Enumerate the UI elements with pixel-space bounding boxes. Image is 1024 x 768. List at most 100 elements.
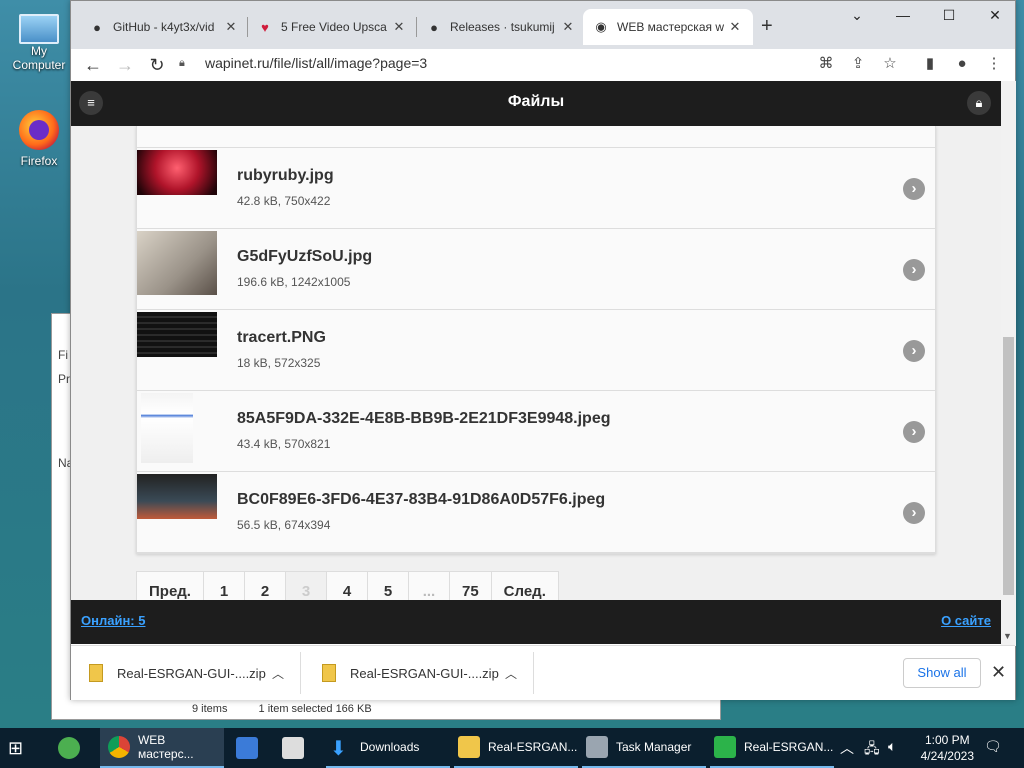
list-item[interactable]: rubyruby.jpg 42.8 kB, 750x422 ›	[137, 148, 935, 229]
pagination-page[interactable]: 5	[366, 571, 409, 601]
list-item[interactable]: G5dFyUzfSoU.jpg 196.6 kB, 1242x1005 ›	[137, 229, 935, 310]
file-meta: 196.6 kB, 1242x1005	[237, 275, 351, 289]
scrollbar-thumb[interactable]	[1003, 337, 1014, 595]
heart-icon: ♥	[261, 19, 269, 35]
file-thumbnail[interactable]	[137, 150, 217, 195]
file-name[interactable]: tracert.PNG	[237, 329, 326, 347]
file-meta: 43.4 kB, 570x821	[237, 437, 331, 451]
maximize-button[interactable]: ☐	[937, 7, 961, 27]
download-name[interactable]: Real-ESRGAN-GUI-....zip	[117, 666, 272, 681]
lock-login-icon[interactable]: 🔒︎	[967, 91, 991, 115]
chevron-up-icon[interactable]: ︿	[840, 738, 854, 758]
tab-strip: ● GitHub - k4yt3x/vid ✕ ♥ 5 Free Video U…	[71, 1, 1015, 49]
taskbar-utorrent[interactable]	[58, 728, 88, 768]
chevron-up-icon[interactable]: ︿	[272, 665, 284, 682]
list-item[interactable]: tracert.PNG 18 kB, 572x325 ›	[137, 310, 935, 391]
file-thumbnail[interactable]	[141, 393, 193, 463]
taskbar-app[interactable]	[282, 728, 312, 768]
file-name[interactable]: BC0F89E6-3FD6-4E37-83B4-91D86A0D57F6.jpe…	[237, 491, 605, 509]
file-name[interactable]: 85A5F9DA-332E-4E8B-BB9B-2E21DF3E9948.jpe…	[237, 410, 611, 428]
forward-button[interactable]: →	[113, 53, 137, 77]
list-item[interactable]: 85A5F9DA-332E-4E8B-BB9B-2E21DF3E9948.jpe…	[137, 391, 935, 472]
list-item[interactable]	[137, 126, 935, 148]
file-name[interactable]: G5dFyUzfSoU.jpg	[237, 248, 372, 266]
tab-search-icon[interactable]: ⌄	[845, 7, 869, 27]
minimize-button[interactable]: —	[891, 7, 915, 27]
taskbar-label: Downloads	[360, 740, 420, 754]
file-thumbnail[interactable]	[137, 474, 217, 519]
taskbar-esrgan[interactable]: Real-ESRGAN...	[710, 728, 834, 768]
desktop-icon-firefox[interactable]: Firefox	[4, 110, 74, 168]
chevron-right-icon[interactable]: ›	[903, 259, 925, 281]
bookmark-star-icon[interactable]: ☆	[879, 53, 901, 75]
file-meta: 18 kB, 572x325	[237, 356, 321, 370]
tab-label: GitHub - k4yt3x/vid	[113, 20, 215, 34]
status-item-count: 9 items	[192, 703, 228, 715]
reload-button[interactable]: ↻	[145, 53, 169, 77]
pagination-page[interactable]: 4	[325, 571, 368, 601]
download-icon: ⬇	[330, 738, 347, 760]
network-icon[interactable]: 🖧︎	[864, 738, 880, 762]
desktop-icon-my-computer[interactable]: My Computer	[4, 10, 74, 72]
menu-dots-icon[interactable]: ⋮	[983, 53, 1005, 75]
close-icon[interactable]: ✕	[223, 19, 239, 35]
share-icon[interactable]: ⇪	[847, 53, 869, 75]
pagination-page[interactable]: 75	[448, 571, 492, 601]
close-icon[interactable]: ✕	[727, 19, 743, 35]
scroll-down-icon[interactable]: ▼	[1003, 631, 1012, 641]
show-all-button[interactable]: Show all	[903, 658, 981, 688]
tab-video-upscalers[interactable]: ♥ 5 Free Video Upsca ✕	[247, 9, 417, 45]
profile-avatar-icon[interactable]: ●	[951, 53, 973, 75]
taskbar-task-manager[interactable]: Task Manager	[582, 728, 706, 768]
file-thumbnail[interactable]	[137, 312, 217, 357]
about-link[interactable]: О сайте	[941, 613, 991, 628]
taskbar-chrome[interactable]: WEB мастерс...	[100, 728, 224, 768]
download-name[interactable]: Real-ESRGAN-GUI-....zip	[350, 666, 505, 681]
pagination-prev[interactable]: Пред.	[136, 571, 204, 601]
taskbar-label: WEB мастерс...	[137, 733, 194, 761]
chevron-right-icon[interactable]: ›	[903, 340, 925, 362]
taskbar-downloads[interactable]: ⬇ Downloads	[326, 728, 450, 768]
tab-releases[interactable]: ● Releases · tsukumij ✕	[416, 9, 586, 45]
new-tab-button[interactable]: +	[761, 15, 773, 38]
taskbar-app[interactable]	[236, 728, 266, 768]
tab-label: Releases · tsukumij	[450, 20, 555, 34]
zip-file-icon	[322, 664, 336, 682]
download-item[interactable]: Real-ESRGAN-GUI-....zip ︿	[304, 652, 534, 694]
chevron-right-icon[interactable]: ›	[903, 502, 925, 524]
page-scrollbar[interactable]: ▼	[1001, 81, 1016, 646]
window-close-button[interactable]: ✕	[983, 7, 1007, 27]
chevron-right-icon[interactable]: ›	[903, 421, 925, 443]
url-text[interactable]: wapinet.ru/file/list/all/image?page=3	[205, 55, 427, 71]
file-meta: 56.5 kB, 674x394	[237, 518, 331, 532]
online-count-link[interactable]: Онлайн: 5	[81, 613, 145, 628]
pagination-next[interactable]: След.	[490, 571, 559, 601]
close-icon[interactable]: ✕	[391, 19, 407, 35]
chrome-icon	[108, 736, 130, 758]
eye-icon: ◉	[595, 19, 607, 34]
site-footer: Онлайн: 5 О сайте	[71, 600, 1001, 644]
file-name[interactable]: rubyruby.jpg	[237, 167, 334, 185]
download-item[interactable]: Real-ESRGAN-GUI-....zip ︿	[71, 652, 301, 694]
file-thumbnail[interactable]	[137, 231, 217, 295]
system-clock[interactable]: 1:00 PM 4/24/2023	[921, 732, 974, 764]
taskbar-folder[interactable]: Real-ESRGAN...	[454, 728, 578, 768]
translate-icon[interactable]: ⌘	[815, 53, 837, 75]
chevron-right-icon[interactable]: ›	[903, 178, 925, 200]
pagination-page[interactable]: 2	[243, 571, 286, 601]
taskbar-label: Real-ESRGAN...	[488, 740, 578, 754]
site-header: ≡ Файлы 🔒︎	[71, 81, 1001, 126]
close-download-bar-icon[interactable]: ✕	[991, 662, 1006, 683]
start-button[interactable]: ⊞	[8, 728, 23, 768]
volume-icon[interactable]: 🔈︎	[888, 738, 896, 755]
close-icon[interactable]: ✕	[560, 19, 576, 35]
back-button[interactable]: ←	[81, 53, 105, 77]
chevron-up-icon[interactable]: ︿	[505, 665, 517, 682]
notification-icon[interactable]: 🗨︎	[984, 738, 1002, 755]
lock-icon[interactable]: 🔒︎	[179, 57, 193, 70]
tab-wapinet[interactable]: ◉ WEB мастерская w ✕	[583, 9, 753, 45]
list-item[interactable]: BC0F89E6-3FD6-4E37-83B4-91D86A0D57F6.jpe…	[137, 472, 935, 553]
side-panel-icon[interactable]: ▮	[919, 53, 941, 75]
tab-github-video2x[interactable]: ● GitHub - k4yt3x/vid ✕	[79, 9, 249, 45]
pagination-page[interactable]: 1	[202, 571, 245, 601]
